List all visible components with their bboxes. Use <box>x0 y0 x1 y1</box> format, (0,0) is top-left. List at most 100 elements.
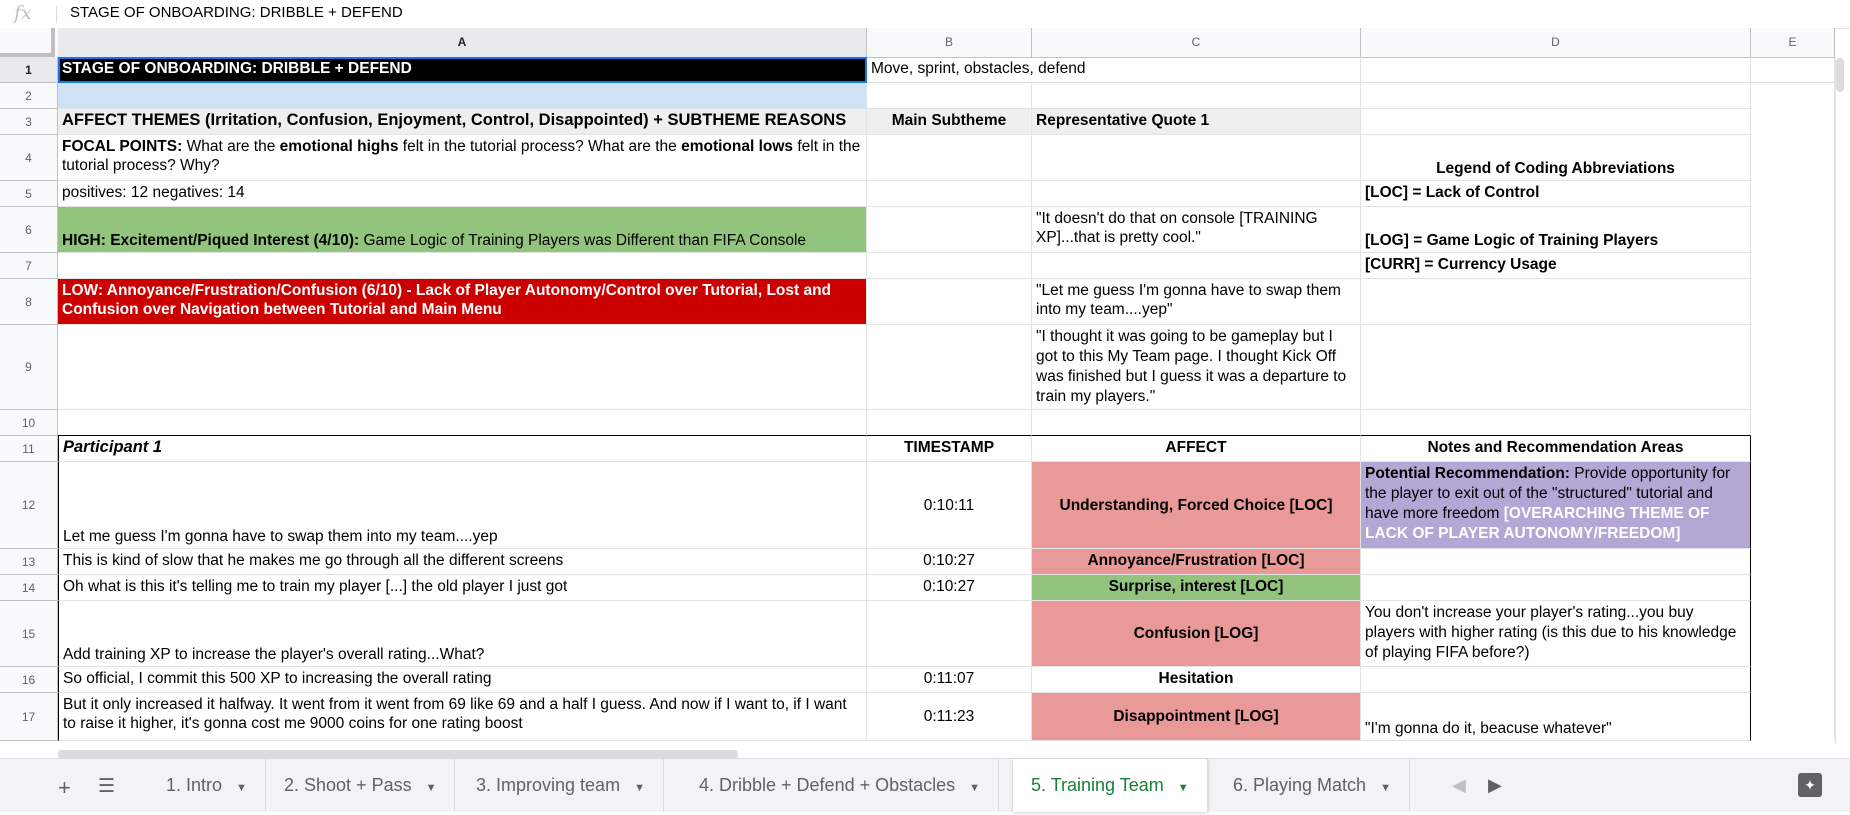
cell-c14[interactable]: Surprise, interest [LOC] <box>1032 575 1361 601</box>
tab-training-team[interactable]: 5. Training Team ▼ <box>1013 759 1208 812</box>
cell-a2[interactable] <box>58 83 867 109</box>
cell-d10[interactable] <box>1361 410 1751 436</box>
cell-c13[interactable]: Annoyance/Frustration [LOC] <box>1032 549 1361 575</box>
cell-b6[interactable] <box>867 207 1032 253</box>
cell-d3[interactable] <box>1361 109 1751 135</box>
cell-a10[interactable] <box>58 410 867 436</box>
cell-b3[interactable]: Main Subtheme <box>867 109 1032 135</box>
cell-a11[interactable]: Participant 1 <box>58 436 867 462</box>
cell-d4[interactable]: Legend of Coding Abbreviations <box>1361 135 1751 181</box>
cell-d12[interactable]: Potential Recommendation: Provide opport… <box>1361 462 1751 549</box>
add-sheet-icon[interactable]: + <box>58 775 71 801</box>
cell-c12[interactable]: Understanding, Forced Choice [LOC] <box>1032 462 1361 549</box>
tab-playing-match[interactable]: 6. Playing Match ▼ <box>1215 759 1410 812</box>
row-header[interactable]: 8 <box>0 279 58 325</box>
cell-b5[interactable] <box>867 181 1032 207</box>
row-header[interactable]: 10 <box>0 410 58 436</box>
row-header[interactable]: 5 <box>0 181 58 207</box>
cell-b2[interactable] <box>867 83 1032 109</box>
cell-b11[interactable]: TIMESTAMP <box>867 436 1032 462</box>
row-header[interactable]: 6 <box>0 207 58 253</box>
column-header-c[interactable]: C <box>1032 28 1361 57</box>
tab-dribble-defend-obstacles[interactable]: 4. Dribble + Defend + Obstacles ▼ <box>681 759 1000 812</box>
scroll-tabs-left-icon[interactable]: ◀ <box>1452 775 1466 796</box>
row-header[interactable]: 2 <box>0 83 58 109</box>
formula-input[interactable]: STAGE OF ONBOARDING: DRIBBLE + DEFEND <box>70 4 403 21</box>
cell-a3[interactable]: AFFECT THEMES (Irritation, Confusion, En… <box>58 109 867 135</box>
cell-c3[interactable]: Representative Quote 1 <box>1032 109 1361 135</box>
cell-b15[interactable] <box>867 601 1032 667</box>
cell-b10[interactable] <box>867 410 1032 436</box>
cell-a9[interactable] <box>58 325 867 410</box>
spreadsheet-grid[interactable]: A B C D E 1 2 3 4 5 6 7 8 9 10 11 12 13 … <box>0 28 1850 744</box>
cell-c2[interactable] <box>1032 83 1361 109</box>
column-header-e[interactable]: E <box>1751 28 1835 57</box>
cell-c9[interactable]: "I thought it was going to be gameplay b… <box>1032 325 1361 410</box>
row-header[interactable]: 3 <box>0 109 58 135</box>
row-header[interactable]: 1 <box>0 57 58 83</box>
cell-b9[interactable] <box>867 325 1032 410</box>
row-header[interactable]: 4 <box>0 135 58 181</box>
cell-d14[interactable] <box>1361 575 1751 601</box>
cell-d6[interactable]: [LOG] = Game Logic of Training Players <box>1361 207 1751 253</box>
cell-a16[interactable]: So official, I commit this 500 XP to inc… <box>58 667 867 693</box>
vertical-scrollbar-thumb[interactable] <box>1836 58 1844 92</box>
cell-b13[interactable]: 0:10:27 <box>867 549 1032 575</box>
row-header[interactable]: 9 <box>0 325 58 410</box>
cell-d1[interactable] <box>1361 57 1751 83</box>
scroll-tabs-right-icon[interactable]: ▶ <box>1488 775 1502 796</box>
cell-d11[interactable]: Notes and Recommendation Areas <box>1361 436 1751 462</box>
cell-b14[interactable]: 0:10:27 <box>867 575 1032 601</box>
cell-c15[interactable]: Confusion [LOG] <box>1032 601 1361 667</box>
cell-c16[interactable]: Hesitation <box>1032 667 1361 693</box>
cell-b7[interactable] <box>867 253 1032 279</box>
cell-b8[interactable] <box>867 279 1032 325</box>
cell-a7[interactable] <box>58 253 867 279</box>
tab-improving-team[interactable]: 3. Improving team ▼ <box>458 759 664 812</box>
row-header[interactable]: 16 <box>0 667 58 693</box>
cell-d15[interactable]: You don't increase your player's rating.… <box>1361 601 1751 667</box>
vertical-scrollbar-track[interactable] <box>1835 57 1850 744</box>
row-header[interactable]: 7 <box>0 253 58 279</box>
cell-c11[interactable]: AFFECT <box>1032 436 1361 462</box>
cell-a1[interactable]: STAGE OF ONBOARDING: DRIBBLE + DEFEND <box>58 57 867 83</box>
cell-d8[interactable] <box>1361 279 1751 325</box>
cell-a13[interactable]: This is kind of slow that he makes me go… <box>58 549 867 575</box>
cell-d13[interactable] <box>1361 549 1751 575</box>
cell-d17[interactable]: "I'm gonna do it, beacuse whatever" <box>1361 693 1751 741</box>
cell-a8[interactable]: LOW: Annoyance/Frustration/Confusion (6/… <box>58 279 867 325</box>
column-header-d[interactable]: D <box>1361 28 1751 57</box>
cell-c10[interactable] <box>1032 410 1361 436</box>
row-header[interactable]: 14 <box>0 575 58 601</box>
cell-a12[interactable]: Let me guess I'm gonna have to swap them… <box>58 462 867 549</box>
cell-c6[interactable]: "It doesn't do that on console [TRAINING… <box>1032 207 1361 253</box>
cell-c4[interactable] <box>1032 135 1361 181</box>
cell-d16[interactable] <box>1361 667 1751 693</box>
cell-a14[interactable]: Oh what is this it's telling me to train… <box>58 575 867 601</box>
cell-b16[interactable]: 0:11:07 <box>867 667 1032 693</box>
column-e-cells[interactable] <box>1751 83 1835 741</box>
row-header[interactable]: 13 <box>0 549 58 575</box>
row-header[interactable]: 11 <box>0 436 58 462</box>
cell-c5[interactable] <box>1032 181 1361 207</box>
select-all-corner[interactable] <box>0 28 55 57</box>
tab-shoot-pass[interactable]: 2. Shoot + Pass ▼ <box>266 759 456 812</box>
cell-c7[interactable] <box>1032 253 1361 279</box>
row-header[interactable]: 12 <box>0 462 58 549</box>
row-header[interactable]: 17 <box>0 693 58 741</box>
row-header[interactable]: 15 <box>0 601 58 667</box>
cell-a6[interactable]: HIGH: Excitement/Piqued Interest (4/10):… <box>58 207 867 253</box>
cell-d2[interactable] <box>1361 83 1751 109</box>
cell-a5[interactable]: positives: 12 negatives: 14 <box>58 181 867 207</box>
cell-e1[interactable] <box>1751 57 1835 83</box>
cell-b4[interactable] <box>867 135 1032 181</box>
explore-icon[interactable]: ✦ <box>1798 773 1822 797</box>
all-sheets-icon[interactable]: ☰ <box>98 775 115 798</box>
cell-b1[interactable]: Move, sprint, obstacles, defend <box>867 57 1361 83</box>
column-header-b[interactable]: B <box>867 28 1032 57</box>
cell-c8[interactable]: "Let me guess I'm gonna have to swap the… <box>1032 279 1361 325</box>
tab-intro[interactable]: 1. Intro ▼ <box>148 759 266 812</box>
cell-a15[interactable]: Add training XP to increase the player's… <box>58 601 867 667</box>
cell-a4[interactable]: FOCAL POINTS: What are the emotional hig… <box>58 135 867 181</box>
cell-a17[interactable]: But it only increased it halfway. It wen… <box>58 693 867 741</box>
